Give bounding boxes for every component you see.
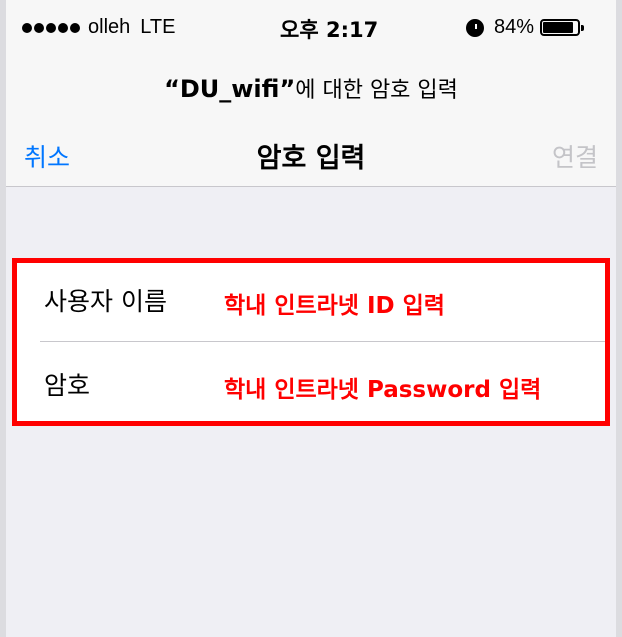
- status-bar: olleh LTE 오후 2:17 84%: [6, 0, 616, 56]
- network-ssid: “DU_wifi”: [164, 75, 296, 103]
- password-label: 암호: [44, 371, 91, 400]
- header: olleh LTE 오후 2:17 84% “DU_wifi”에 대한 암호 입…: [6, 0, 616, 187]
- password-field[interactable]: [216, 356, 600, 414]
- username-label: 사용자 이름: [44, 287, 167, 316]
- username-field[interactable]: [216, 272, 600, 330]
- status-time: 오후 2:17: [280, 18, 379, 42]
- connect-button[interactable]: 연결: [552, 138, 598, 174]
- status-left: olleh LTE: [22, 16, 175, 39]
- prompt-suffix: 에 대한 암호 입력: [295, 78, 458, 103]
- network-type: LTE: [140, 16, 176, 38]
- battery-percent: 84%: [494, 16, 535, 38]
- signal-dots-icon: [22, 22, 80, 33]
- navigation-bar: 취소 암호 입력 연결: [6, 130, 616, 174]
- password-prompt: “DU_wifi”에 대한 암호 입력: [6, 72, 616, 104]
- wifi-password-screen: olleh LTE 오후 2:17 84% “DU_wifi”에 대한 암호 입…: [0, 0, 622, 637]
- password-row: 암호 학내 인트라넷 Password 입력: [12, 342, 610, 426]
- status-right: 84%: [466, 16, 585, 39]
- username-row: 사용자 이름 학내 인트라넷 ID 입력: [12, 258, 610, 342]
- credentials-form: 사용자 이름 학내 인트라넷 ID 입력 암호 학내 인트라넷 Password…: [12, 258, 610, 426]
- battery-icon: [540, 19, 585, 36]
- carrier-name: olleh: [88, 16, 131, 38]
- alarm-icon: [466, 18, 484, 37]
- page-title: 암호 입력: [256, 143, 366, 174]
